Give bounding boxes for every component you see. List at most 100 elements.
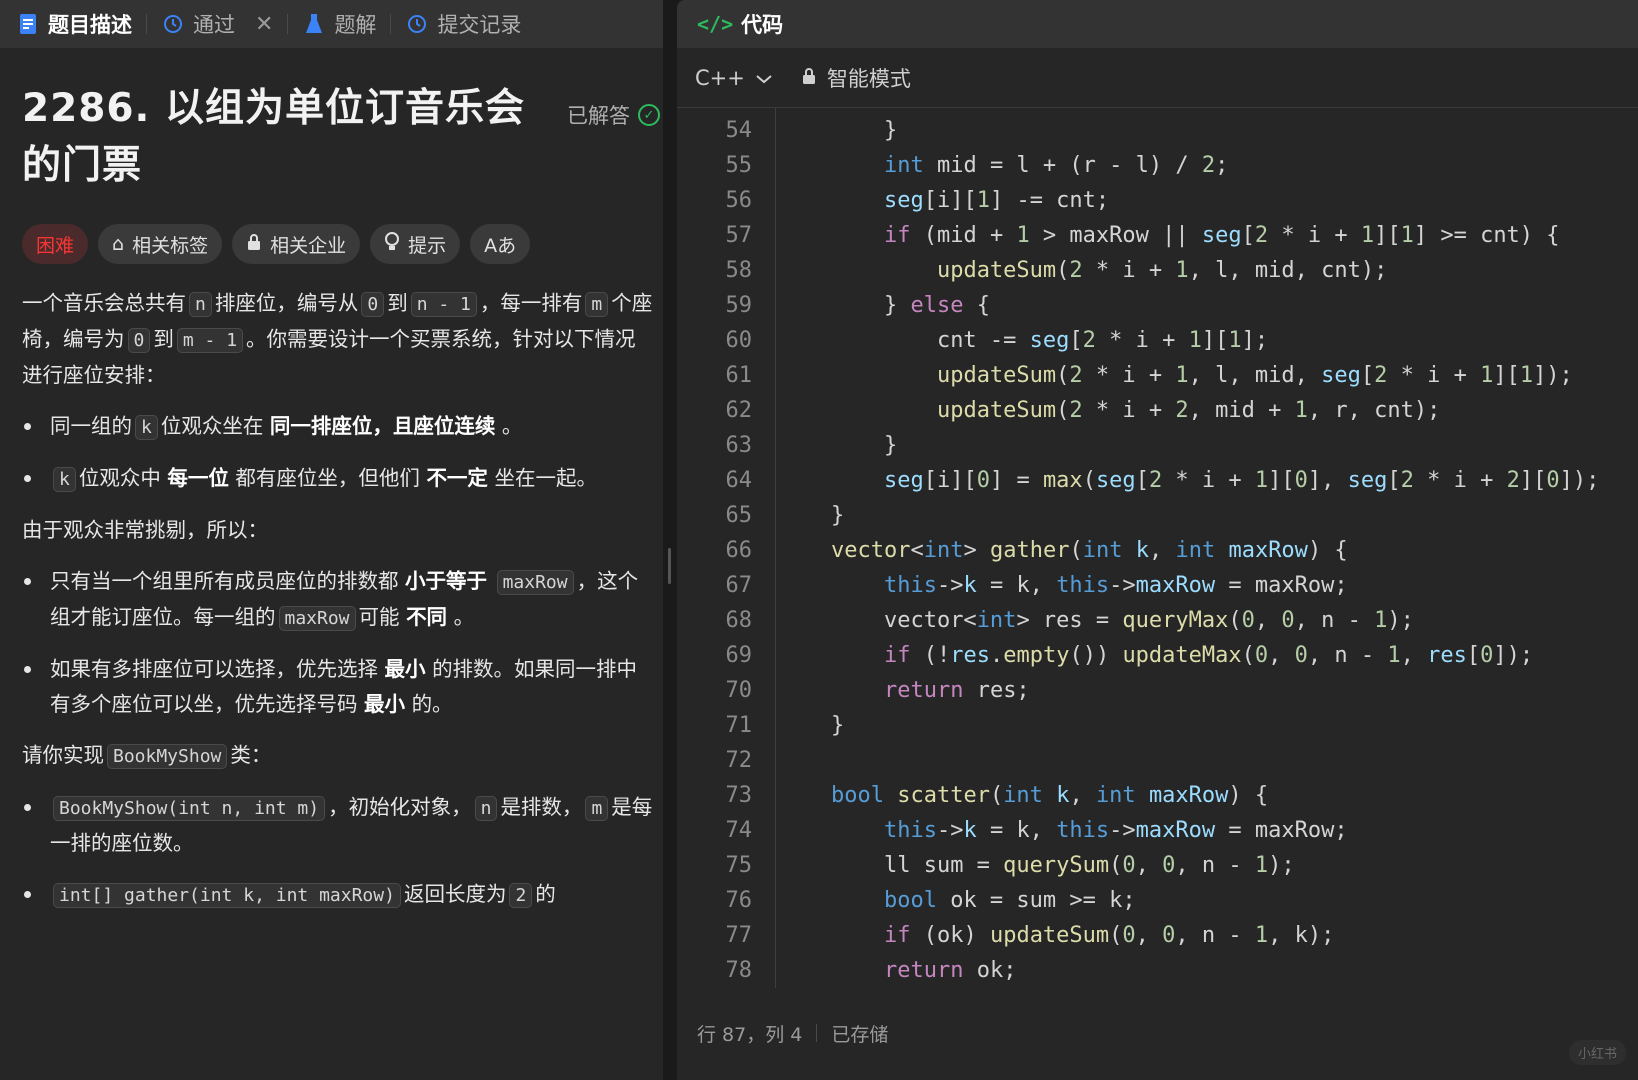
code-line[interactable]: 65 } [677, 498, 1638, 533]
code-panel: </> 代码 C++ 智能模式 54 } 55 int mid = l + (r … [677, 0, 1638, 1080]
problem-title: 2286. 以组为单位订音乐会的门票 [22, 86, 525, 188]
code-line[interactable]: 67 this->k = k, this->maxRow = maxRow; [677, 568, 1638, 603]
code-token: . [989, 643, 1004, 668]
line-number: 62 [725, 398, 753, 423]
bold-text: 同一排座位，且座位连续 [269, 414, 496, 438]
inline-code: BookMyShow(int n, int m) [53, 796, 326, 821]
code-token: 1 [1400, 223, 1414, 248]
code-token: = maxRow; [1215, 573, 1348, 598]
code-editor[interactable]: 54 } 55 int mid = l + (r - l) / 2; 56 seg[… [677, 108, 1638, 993]
code-line[interactable]: 59 } else { [677, 288, 1638, 323]
code-line[interactable]: 69 if (!res.empty()) updateMax(0, 0, n -… [677, 638, 1638, 673]
code-token: ]); [1493, 643, 1534, 668]
code-line[interactable]: 68 vector<int> res = queryMax(0, 0, n - … [677, 603, 1638, 638]
code-token: cnt -= [830, 328, 1030, 353]
lock-icon [246, 233, 262, 256]
code-line[interactable]: 56 seg[i][1] -= cnt; [677, 183, 1638, 218]
problem-tags: 困难 ⌂ 相关标签 相关企业 提示 Aあ [22, 224, 656, 264]
font-toggle-button[interactable]: Aあ [470, 224, 531, 264]
problem-tabbar: 题目描述 通过 ✕ 题解 提交记录 [0, 0, 663, 48]
code-token: * i + [1095, 328, 1189, 353]
code-token: return [883, 678, 964, 703]
code-line[interactable]: 54 } [677, 113, 1638, 148]
tab-passed[interactable]: 通过 ✕ [161, 0, 273, 48]
code-token: int [1003, 783, 1043, 808]
code-line[interactable]: 61 updateSum(2 * i + 1, l, mid, seg[2 * … [677, 358, 1638, 393]
code-text: } [778, 428, 897, 463]
code-token: bool [830, 783, 884, 808]
code-token: bool [883, 888, 937, 913]
language-select[interactable]: C++ [695, 66, 773, 90]
code-line[interactable]: 73 bool scatter(int k, int maxRow) { [677, 778, 1638, 813]
hint-button[interactable]: 提示 [370, 224, 461, 264]
check-circle-icon: ✓ [638, 104, 660, 126]
code-line[interactable]: 62 updateSum(2 * i + 2, mid + 1, r, cnt)… [677, 393, 1638, 428]
related-companies-label: 相关企业 [270, 234, 347, 257]
code-token: maxRow [1148, 783, 1229, 808]
problem-panel: 题目描述 通过 ✕ 题解 提交记录 2286. 以组为单位订音乐会的门票 已解答… [0, 0, 663, 1080]
code-token: 1 [1374, 608, 1388, 633]
code-token: 2 [1201, 153, 1216, 178]
related-tags-button[interactable]: ⌂ 相关标签 [98, 224, 223, 264]
tab-submissions[interactable]: 提交记录 [405, 0, 521, 48]
code-line[interactable]: 78 return ok; [677, 953, 1638, 988]
tab-description[interactable]: 题目描述 [16, 0, 132, 48]
code-token: [i][ [923, 188, 977, 213]
list-item: 只有当一个组里所有成员座位的排数都 小于等于 maxRow ，这个组才能订座位。每… [22, 564, 656, 636]
code-token: 1 [1387, 643, 1401, 668]
code-token: = k, [976, 573, 1057, 598]
line-number: 67 [725, 573, 753, 598]
line-number: 69 [725, 643, 753, 668]
code-text: } [778, 113, 897, 148]
code-token: res [1427, 643, 1467, 668]
code-token: * i + [1082, 363, 1176, 388]
code-token: 2 [1082, 328, 1096, 353]
code-text: updateSum(2 * i + 2, mid + 1, r, cnt); [778, 393, 1440, 428]
code-token: seg [883, 468, 924, 493]
code-token: ][ [1268, 468, 1295, 493]
description-paragraph: 一个音乐会总共有 n 排座位，编号从 0 到 n - 1 ，每一排有 m 个座椅，编号为 0 到 m … [22, 286, 656, 393]
code-line[interactable]: 72 [677, 743, 1638, 778]
editor-toolbar: C++ 智能模式 [677, 48, 1638, 108]
smart-mode-toggle[interactable]: 智能模式 [801, 63, 911, 93]
code-line[interactable]: 60 cnt -= seg[2 * i + 1][1]; [677, 323, 1638, 358]
tab-solutions[interactable]: 题解 [302, 0, 376, 48]
code-line[interactable]: 70 return res; [677, 673, 1638, 708]
code-token: [ [1069, 328, 1083, 353]
code-token: -> [936, 573, 964, 598]
code-token: = maxRow; [1215, 818, 1348, 843]
code-token: 2 [1374, 363, 1388, 388]
code-token: updateSum [936, 258, 1057, 283]
code-line[interactable]: 57 if (mid + 1 > maxRow || seg[2 * i + 1… [677, 218, 1638, 253]
code-token: vector [830, 538, 911, 563]
code-line[interactable]: 74 this->k = k, this->maxRow = maxRow; [677, 813, 1638, 848]
code-token: 2 [1148, 468, 1163, 493]
line-number: 71 [725, 713, 753, 738]
related-companies-button[interactable]: 相关企业 [232, 224, 361, 264]
code-token: 0 [1546, 468, 1560, 493]
code-token: ( [1056, 258, 1070, 283]
list-item: 同一组的 k 位观众坐在 同一排座位，且座位连续 。 [22, 409, 656, 445]
code-line[interactable]: 58 updateSum(2 * i + 1, l, mid, cnt); [677, 253, 1638, 288]
code-line[interactable]: 63 } [677, 428, 1638, 463]
code-line[interactable]: 71 } [677, 708, 1638, 743]
text: 到 [153, 327, 174, 351]
code-token: ( [1241, 643, 1255, 668]
code-line[interactable]: 66 vector<int> gather(int k, int maxRow)… [677, 533, 1638, 568]
close-icon[interactable]: ✕ [255, 12, 273, 37]
inline-code: maxRow [496, 570, 574, 595]
panel-resize-handle[interactable] [663, 0, 677, 1080]
code-token: vector< [830, 608, 977, 633]
inline-code: k [53, 467, 76, 492]
inline-code: 0 [127, 328, 151, 353]
line-number: 61 [725, 363, 753, 388]
inline-code: int[] gather(int k, int maxRow) [53, 883, 401, 908]
code-line[interactable]: 77 if (ok) updateSum(0, 0, n - 1, k); [677, 918, 1638, 953]
code-line[interactable]: 55 int mid = l + (r - l) / 2; [677, 148, 1638, 183]
text: 。 [501, 414, 523, 438]
code-token: 0 [1122, 923, 1136, 948]
code-line[interactable]: 64 seg[i][0] = max(seg[2 * i + 1][0], se… [677, 463, 1638, 498]
code-line[interactable]: 75 ll sum = querySum(0, 0, n - 1); [677, 848, 1638, 883]
code-line[interactable]: 76 bool ok = sum >= k; [677, 883, 1638, 918]
code-token: , [1268, 643, 1295, 668]
